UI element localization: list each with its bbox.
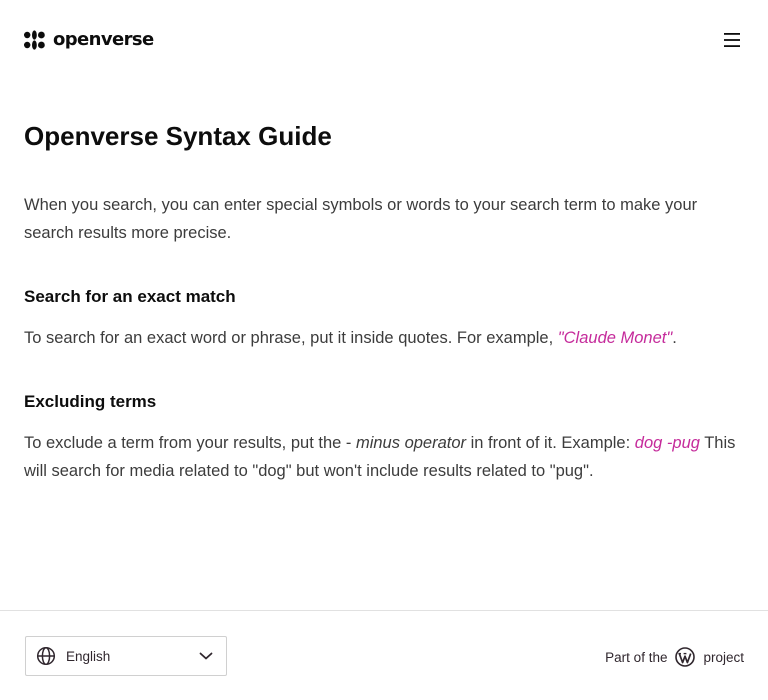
excluding-text: To exclude a term from your results, put… (24, 434, 356, 452)
site-header: openverse (0, 0, 768, 80)
minus-operator-text: minus operator (355, 434, 467, 452)
page-title: Openverse Syntax Guide (24, 121, 332, 151)
menu-icon (724, 33, 740, 47)
excluding-terms-paragraph: To exclude a term from your results, put… (24, 429, 744, 485)
exact-match-paragraph: To search for an exact word or phrase, p… (24, 324, 744, 352)
exact-match-text: To search for an exact word or phrase, p… (24, 329, 558, 347)
exclude-example-link[interactable]: dog -pug (635, 434, 700, 452)
language-select[interactable]: English (25, 636, 227, 676)
exact-match-heading: Search for an exact match (24, 287, 236, 306)
logo-wordmark: openverse (53, 29, 154, 50)
globe-icon (36, 646, 56, 666)
excluding-text-middle: in front of it. Example: (466, 434, 635, 452)
exact-match-example-link[interactable]: "Claude Monet" (558, 329, 672, 347)
page: openverse Openverse Syntax Guide When yo… (0, 0, 768, 700)
wordpress-icon (675, 647, 696, 667)
exact-match-text-end: . (672, 329, 677, 347)
language-selected-value: English (66, 648, 111, 664)
intro-paragraph: When you search, you can enter special s… (24, 196, 698, 242)
openverse-logo-link[interactable]: openverse (24, 30, 154, 50)
site-footer: English Part of the project (0, 610, 768, 700)
credit-text-after: project (703, 649, 744, 665)
chevron-down-icon (199, 652, 213, 660)
excluding-terms-heading: Excluding terms (24, 392, 157, 411)
credit-text-before: Part of the (605, 649, 668, 665)
wordpress-credit: Part of the project (605, 646, 744, 668)
openverse-logo-icon (24, 30, 45, 50)
menu-button[interactable] (720, 28, 744, 52)
wordpress-link[interactable] (675, 647, 696, 667)
